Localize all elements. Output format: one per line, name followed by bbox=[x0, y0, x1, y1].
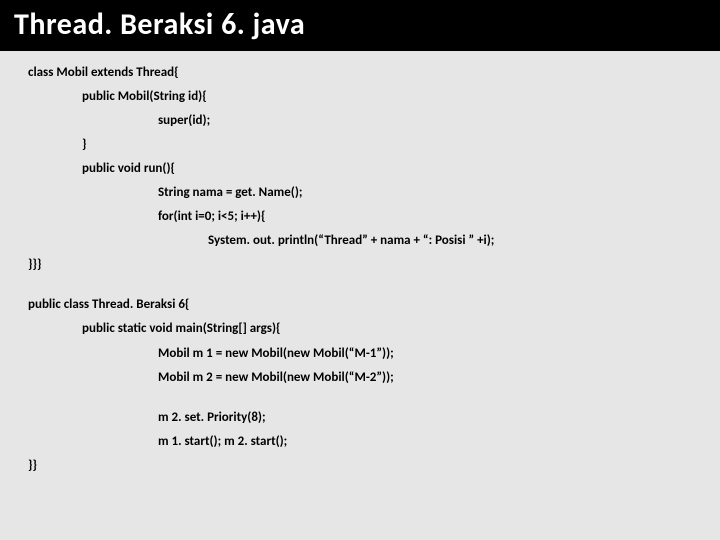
code-line: public class Thread. Beraksi 6{ bbox=[28, 293, 692, 317]
code-line: m 2. set. Priority(8); bbox=[28, 406, 692, 430]
code-line: public Mobil(String id){ bbox=[28, 85, 692, 109]
blank-line bbox=[28, 390, 692, 406]
slide: Thread. Beraksi 6. java class Mobil exte… bbox=[0, 0, 720, 540]
blank-line bbox=[28, 277, 692, 293]
code-line: Mobil m 1 = new Mobil(new Mobil(“M-1”)); bbox=[28, 342, 692, 366]
code-line: System. out. println(“Thread” + nama + “… bbox=[28, 229, 692, 253]
code-block: class Mobil extends Thread{ public Mobil… bbox=[0, 51, 720, 478]
code-line: m 1. start(); m 2. start(); bbox=[28, 430, 692, 454]
code-line: super(id); bbox=[28, 109, 692, 133]
code-line: String nama = get. Name(); bbox=[28, 181, 692, 205]
code-line: } bbox=[28, 133, 692, 157]
code-line: Mobil m 2 = new Mobil(new Mobil(“M-2”)); bbox=[28, 366, 692, 390]
code-line: class Mobil extends Thread{ bbox=[28, 61, 692, 85]
code-line: }} bbox=[28, 454, 692, 478]
code-line: for(int i=0; i<5; i++){ bbox=[28, 205, 692, 229]
slide-title: Thread. Beraksi 6. java bbox=[0, 0, 720, 51]
code-line: public static void main(String[] args){ bbox=[28, 317, 692, 341]
code-line: }}} bbox=[28, 253, 692, 277]
code-line: public void run(){ bbox=[28, 157, 692, 181]
